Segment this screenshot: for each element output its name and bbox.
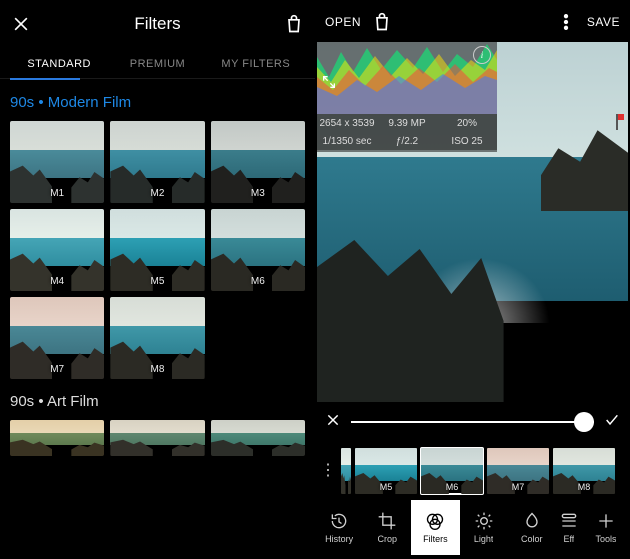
- filters-panel: Filters STANDARD PREMIUM MY FILTERS 90s …: [0, 0, 315, 559]
- filter-thumb-m1[interactable]: M1: [10, 121, 104, 203]
- filmstrip-thumb-m5[interactable]: M5: [355, 448, 417, 494]
- filter-label: M8: [553, 482, 615, 492]
- slider-knob[interactable]: [574, 412, 594, 432]
- tool-history[interactable]: History: [315, 500, 363, 555]
- filter-label: M2: [110, 188, 204, 199]
- open-button[interactable]: OPEN: [325, 15, 361, 29]
- section-title-art-film[interactable]: 90s • Art Film: [10, 393, 305, 410]
- tool-filters[interactable]: Filters: [411, 500, 459, 555]
- info-icon[interactable]: i: [473, 46, 491, 64]
- filter-thumb-m8[interactable]: M8: [110, 297, 204, 379]
- histogram-info-row2: 1/1350 sec ƒ/2.2 ISO 25: [317, 132, 497, 150]
- filter-thumb-m6[interactable]: M6: [211, 209, 305, 291]
- editor-header: OPEN SAVE: [315, 0, 630, 40]
- filter-label: M5: [110, 276, 204, 287]
- filter-label: M4: [10, 276, 104, 287]
- filter-thumb-art-3[interactable]: [211, 420, 305, 456]
- filter-label: M7: [487, 482, 549, 492]
- histogram-bars: [317, 42, 497, 114]
- filter-thumb-m2[interactable]: M2: [110, 121, 204, 203]
- tool-light[interactable]: Light: [460, 500, 508, 555]
- filmstrip-thumb-m7[interactable]: M7: [487, 448, 549, 494]
- filter-label: M6: [421, 482, 483, 492]
- image-megapixels: 9.39 MP: [377, 118, 437, 129]
- editor-panel: OPEN SAVE: [315, 0, 630, 559]
- filter-thumb-m4[interactable]: M4: [10, 209, 104, 291]
- editor-toolbar: History Crop Filters Light Color Eff: [315, 500, 630, 555]
- filter-label: M6: [211, 276, 305, 287]
- filter-grid-art-film: [10, 420, 305, 456]
- tool-crop[interactable]: Crop: [363, 500, 411, 555]
- tab-premium[interactable]: PREMIUM: [108, 48, 206, 78]
- zoom-level: 20%: [437, 118, 497, 129]
- filmstrip-more-icon[interactable]: ⋮: [319, 467, 337, 475]
- filmstrip-thumb-prev[interactable]: [341, 448, 351, 494]
- expand-icon[interactable]: [321, 46, 337, 62]
- filter-thumb-art-1[interactable]: [10, 420, 104, 456]
- filter-strength-slider[interactable]: [351, 421, 594, 423]
- image-dimensions: 2654 x 3539: [317, 118, 377, 129]
- filter-thumb-art-2[interactable]: [110, 420, 204, 456]
- aperture: ƒ/2.2: [377, 136, 437, 147]
- filmstrip-thumb-m8[interactable]: M8: [553, 448, 615, 494]
- shutter-speed: 1/1350 sec: [317, 136, 377, 147]
- filters-header: Filters: [0, 0, 315, 42]
- shopping-bag-icon[interactable]: [371, 11, 393, 33]
- filter-thumb-m5[interactable]: M5: [110, 209, 204, 291]
- filter-label: M3: [211, 188, 305, 199]
- section-modern-film: 90s • Modern Film M1 M2 M3 M4 M5 M6 M7 M…: [0, 80, 315, 456]
- section-title-modern-film[interactable]: 90s • Modern Film: [10, 94, 305, 111]
- filter-filmstrip: ⋮ M5 M6 M7 M8: [315, 442, 630, 500]
- filter-thumb-m3[interactable]: M3: [211, 121, 305, 203]
- tab-standard[interactable]: STANDARD: [10, 48, 108, 78]
- shopping-bag-icon[interactable]: [283, 13, 305, 35]
- histogram-info-row1: 2654 x 3539 9.39 MP 20%: [317, 114, 497, 132]
- filter-tabs: STANDARD PREMIUM MY FILTERS: [0, 48, 315, 79]
- cancel-filter-button[interactable]: [325, 412, 341, 433]
- tool-color[interactable]: Color: [508, 500, 556, 555]
- filter-thumb-m7[interactable]: M7: [10, 297, 104, 379]
- confirm-filter-button[interactable]: [604, 412, 620, 433]
- filter-label: M8: [110, 364, 204, 375]
- tool-tools[interactable]: Tools: [582, 500, 630, 555]
- more-icon[interactable]: [555, 11, 577, 33]
- filmstrip-thumb-m6[interactable]: M6: [421, 448, 483, 494]
- save-button[interactable]: SAVE: [587, 15, 620, 29]
- filters-title: Filters: [32, 14, 283, 34]
- filter-label: M5: [355, 482, 417, 492]
- iso: ISO 25: [437, 136, 497, 147]
- filter-label: M7: [10, 364, 104, 375]
- tab-my-filters[interactable]: MY FILTERS: [207, 48, 305, 78]
- filter-strength-row: [315, 402, 630, 442]
- close-icon[interactable]: [10, 13, 32, 35]
- tool-effects[interactable]: Eff: [556, 500, 582, 555]
- histogram-overlay[interactable]: i 2654 x 3539 9.39 MP 20% 1/1350 sec ƒ/2…: [317, 42, 497, 152]
- image-viewport[interactable]: i 2654 x 3539 9.39 MP 20% 1/1350 sec ƒ/2…: [317, 42, 628, 402]
- filter-grid-modern-film: M1 M2 M3 M4 M5 M6 M7 M8: [10, 121, 305, 379]
- filter-label: M1: [10, 188, 104, 199]
